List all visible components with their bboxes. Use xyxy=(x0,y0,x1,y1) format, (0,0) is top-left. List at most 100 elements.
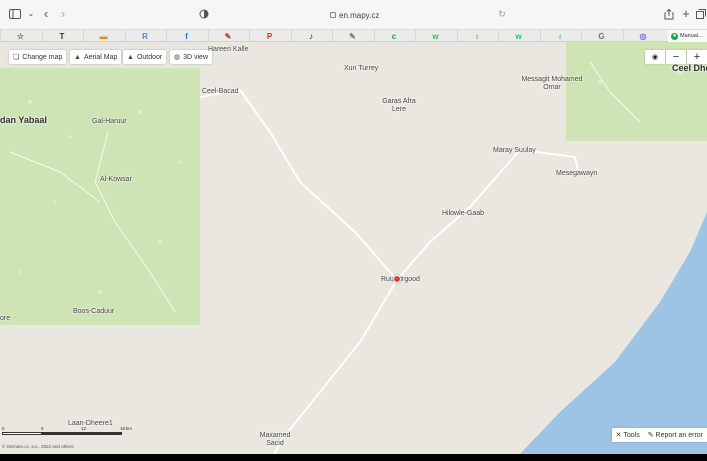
address-bar[interactable]: en.mapy.cz xyxy=(330,8,379,22)
outdoor-label: Outdoor xyxy=(136,53,163,61)
browser-tab[interactable]: G xyxy=(581,30,621,42)
place-label[interactable]: Maxamed xyxy=(260,432,291,440)
tab-drop2-icon: ♁ xyxy=(557,31,563,41)
browser-tab[interactable]: ✎ xyxy=(207,30,248,42)
change-map-button[interactable]: ❏ Change map xyxy=(9,50,67,64)
zoom-in-button[interactable]: + xyxy=(687,50,707,64)
map-canvas[interactable]: ❏ Change map ▲ Aerial Map ▲ Outdoor ◍ 3D… xyxy=(0,42,707,454)
tab-overview-icon[interactable] xyxy=(694,7,707,21)
scale-label-18: 18 xyxy=(120,426,126,431)
lock-icon xyxy=(330,12,336,18)
browser-tab[interactable]: ◎ xyxy=(622,30,663,42)
place-label[interactable]: Lere xyxy=(392,106,406,114)
scale-label-6: 6 xyxy=(41,426,44,431)
tab-drop-icon: ♁ xyxy=(474,31,480,41)
copyright-text[interactable]: © Seznam.cz, a.s., 2022 and others xyxy=(2,444,74,449)
map-base-layer xyxy=(0,42,707,454)
report-icon: ✎ xyxy=(647,432,654,439)
place-label[interactable]: Omar xyxy=(543,84,561,92)
place-label[interactable]: Sacid xyxy=(266,440,284,448)
scale-segment xyxy=(2,432,42,435)
browser-toolbar: ⌄ ‹ › en.mapy.cz ↻ + xyxy=(0,0,707,29)
new-tab-icon[interactable]: + xyxy=(679,7,693,21)
browser-tab[interactable]: c xyxy=(373,30,414,42)
tab-tool-icon: ✎ xyxy=(349,31,356,41)
browser-tab[interactable]: ▬ xyxy=(83,30,123,42)
browser-tab[interactable]: w xyxy=(498,30,538,42)
layers-icon: ❏ xyxy=(13,54,20,61)
tab-flag-icon: ▬ xyxy=(99,31,108,41)
change-map-label: Change map xyxy=(22,53,63,61)
browser-tab[interactable]: ♪ xyxy=(290,30,331,42)
browser-tab[interactable]: P xyxy=(249,30,289,42)
view-3d-label: 3D view xyxy=(183,53,209,61)
forward-arrow-icon[interactable]: › xyxy=(56,7,70,21)
bookmark-star-icon: ☆ xyxy=(16,31,25,41)
tab-bar: ◎ G ♁ w ♁ w c ✎ ♪ P ✎ f R ▬ T ☆ ● Manual... xyxy=(0,29,707,42)
browser-tab[interactable]: T xyxy=(41,30,82,42)
place-label[interactable]: Messagit Mohamed xyxy=(521,76,582,84)
browser-tab[interactable]: w xyxy=(415,30,455,42)
place-label[interactable]: Ceel-Bacad xyxy=(202,88,239,96)
tools-icon: ✕ xyxy=(615,432,622,439)
outdoor-button[interactable]: ▲ Outdoor xyxy=(123,50,167,64)
mapy-favicon-icon: ● xyxy=(671,32,678,40)
location-marker-icon[interactable] xyxy=(393,275,401,283)
scale-label-12: 12 xyxy=(81,426,87,431)
tab-r-icon: R xyxy=(142,31,148,41)
place-label[interactable]: Al-Kowsar xyxy=(100,176,132,184)
browser-tab[interactable]: ♁ xyxy=(539,30,580,42)
scale-label-0: 0 xyxy=(2,426,5,431)
url-text: en.mapy.cz xyxy=(339,10,380,20)
tab-whatsapp2-icon: w xyxy=(515,31,522,41)
place-label[interactable]: Mesegawayn xyxy=(556,170,597,178)
aerial-map-label: Aerial Map xyxy=(83,53,118,61)
browser-tab[interactable]: ♁ xyxy=(456,30,497,42)
mountain-icon: ▲ xyxy=(127,53,134,61)
tools-button[interactable]: ✕ Tools xyxy=(616,431,640,439)
tab-facebook-icon: f xyxy=(185,31,188,41)
scale-bar: 0 6 12 18 km xyxy=(2,426,132,442)
browser-tab[interactable]: R xyxy=(124,30,165,42)
locate-icon: ◉ xyxy=(651,54,659,61)
place-label[interactable]: ore xyxy=(0,315,10,323)
report-error-label: Report an error xyxy=(655,432,703,439)
reload-icon[interactable]: ↻ xyxy=(495,7,509,21)
plus-icon: + xyxy=(693,51,701,63)
place-label[interactable]: Boos-Caduur xyxy=(73,308,114,316)
share-icon[interactable] xyxy=(662,7,676,21)
locate-button[interactable]: ◉ xyxy=(645,50,665,64)
browser-tab[interactable]: f xyxy=(166,30,206,42)
place-label[interactable]: Gal-Haruur xyxy=(92,118,127,126)
zoom-out-button[interactable]: − xyxy=(666,50,686,64)
tab-pen-icon: ✎ xyxy=(224,31,232,41)
place-label[interactable]: Ceel Dhe xyxy=(672,64,707,73)
browser-tab[interactable]: ✎ xyxy=(332,30,372,42)
back-arrow-icon[interactable]: ‹ xyxy=(39,7,53,21)
view-3d-button[interactable]: ◍ 3D view xyxy=(170,50,213,64)
place-label[interactable]: dan Yabaal xyxy=(0,116,47,125)
active-tab-title: Manual... xyxy=(680,33,703,39)
place-label[interactable]: Garas Afra xyxy=(382,98,415,106)
sidebar-toggle-icon[interactable] xyxy=(8,7,22,21)
scale-segment xyxy=(82,432,122,435)
tab-t-icon: T xyxy=(59,31,65,41)
tab-globe-icon: ◎ xyxy=(639,31,647,41)
scale-segment xyxy=(42,432,82,435)
place-label[interactable]: Maray Suulay xyxy=(493,147,536,155)
globe-icon: ◍ xyxy=(174,54,181,61)
tab-google-icon: G xyxy=(598,31,605,41)
place-label[interactable]: Hilowle-Gaab xyxy=(442,210,484,218)
active-tab[interactable]: ● Manual... xyxy=(668,30,707,42)
zoom-controls: ◉ − + xyxy=(644,50,707,64)
tools-label: Tools xyxy=(623,432,640,439)
chevron-down-icon[interactable]: ⌄ xyxy=(24,7,38,21)
aerial-map-button[interactable]: ▲ Aerial Map xyxy=(70,50,122,64)
place-label[interactable]: Xun Turrey xyxy=(344,65,378,73)
browser-tab[interactable]: ☆ xyxy=(0,30,40,42)
place-label[interactable]: Hareeri Kalle xyxy=(208,46,248,54)
privacy-shield-icon[interactable] xyxy=(197,7,211,21)
tab-green-circle-icon: c xyxy=(391,31,397,41)
scale-unit: km xyxy=(126,426,132,431)
report-error-button[interactable]: ✎ Report an error xyxy=(648,431,703,439)
